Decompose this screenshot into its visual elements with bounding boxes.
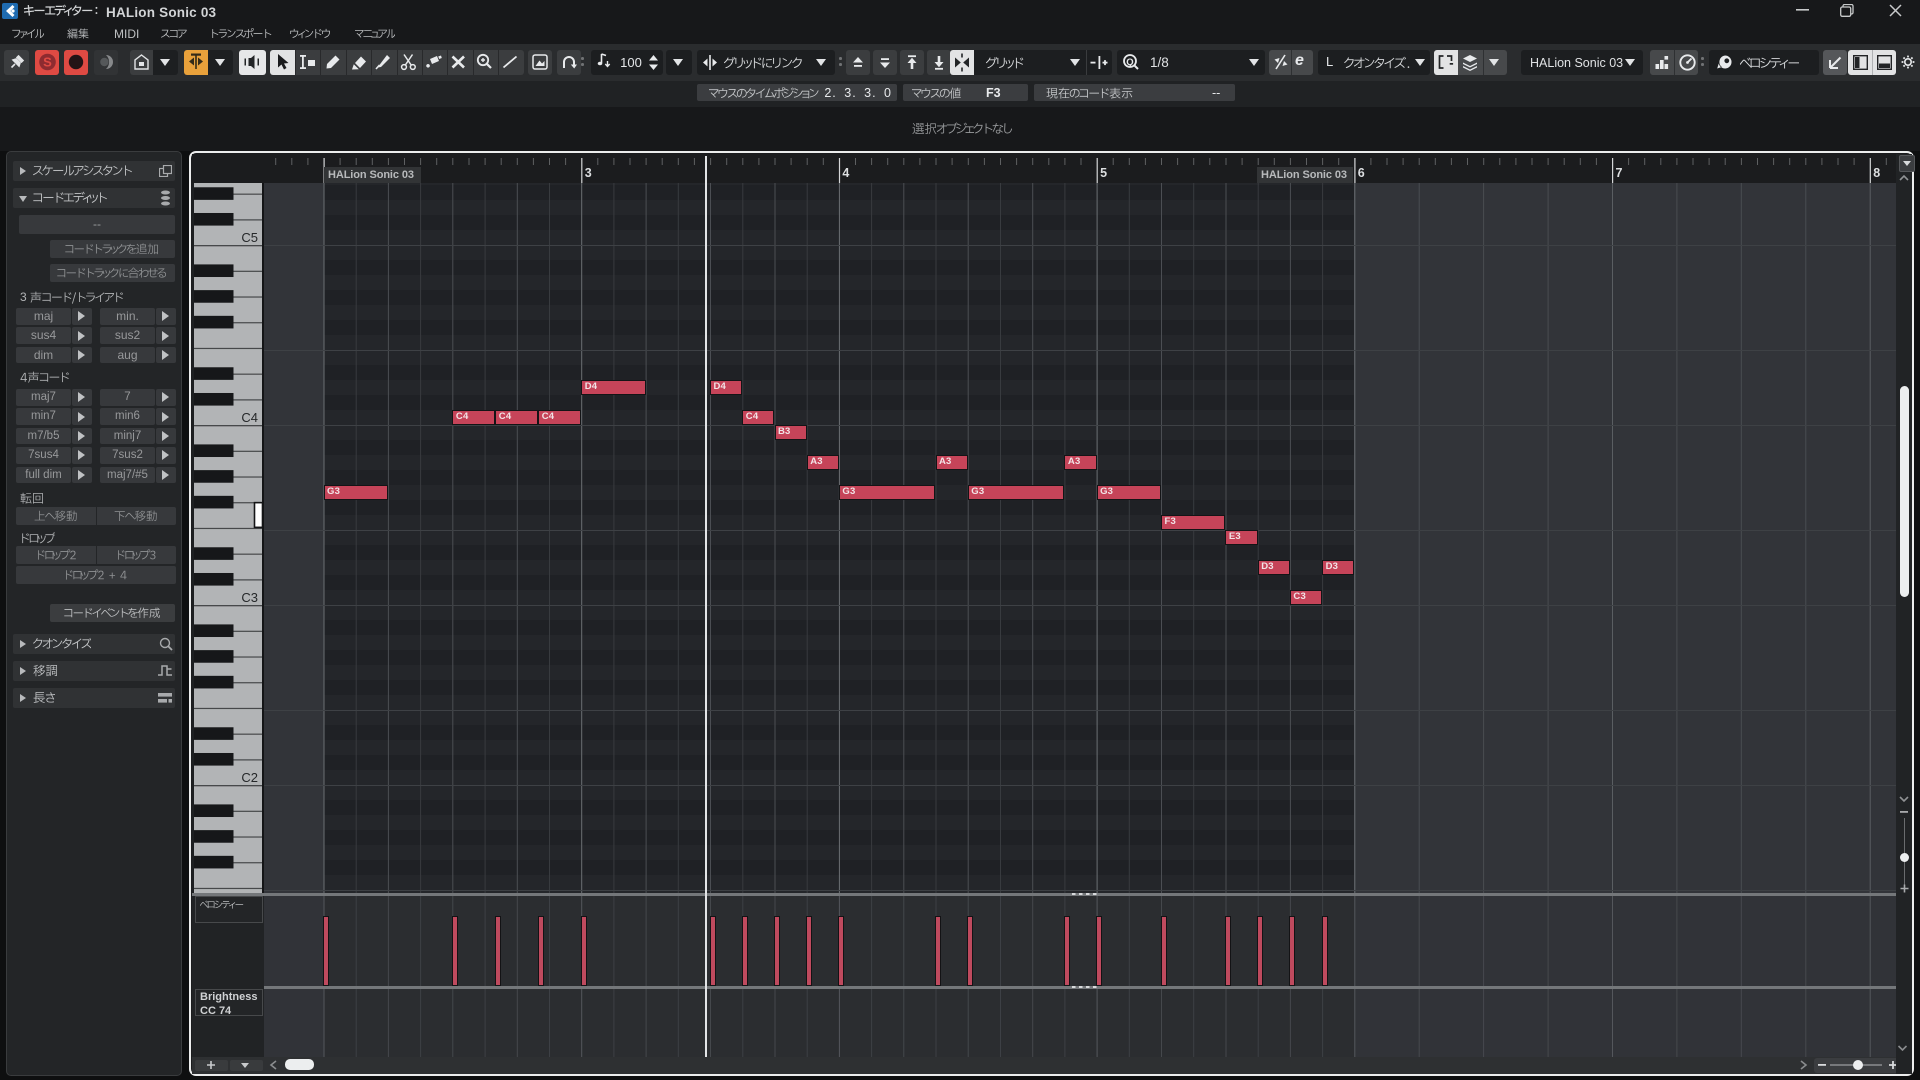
svg-text:Q: Q xyxy=(1126,57,1133,68)
svg-text:S: S xyxy=(43,55,52,70)
